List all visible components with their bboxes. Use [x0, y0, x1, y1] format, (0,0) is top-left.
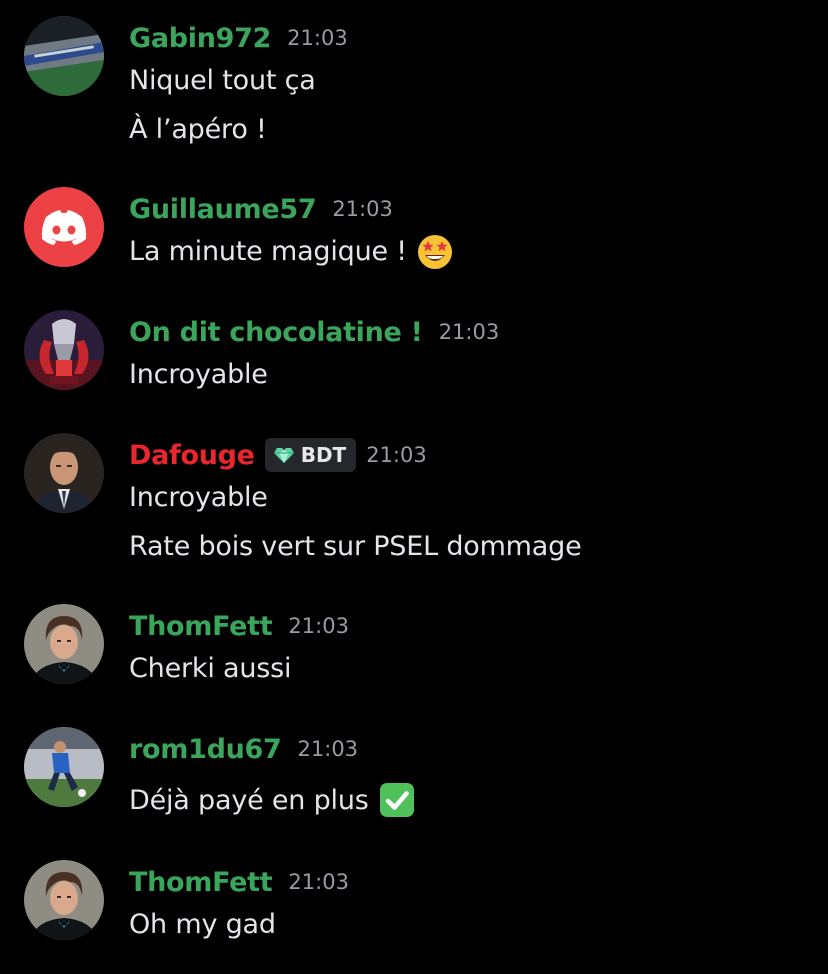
message-text: Rate bois vert sur PSEL dommage [129, 530, 582, 562]
username[interactable]: ThomFett [129, 867, 273, 898]
username[interactable]: Gabin972 [129, 23, 271, 54]
timestamp: 21:03 [287, 26, 348, 50]
badge-label: BDT [300, 443, 347, 467]
man-in-suit-avatar[interactable] [24, 433, 104, 513]
message-text: Incroyable [129, 481, 268, 513]
footballer-avatar[interactable] [24, 727, 104, 807]
message-text: Incroyable [129, 358, 268, 390]
message-text: À l’apéro ! [129, 113, 267, 145]
message-text: Déjà payé en plus [129, 780, 417, 820]
timestamp: 21:03 [438, 320, 500, 344]
username[interactable]: ThomFett [129, 611, 273, 642]
username[interactable]: Dafouge [129, 440, 255, 471]
timestamp: 21:03 [332, 197, 393, 221]
check-mark-emoji[interactable] [377, 780, 417, 820]
discord-logo-avatar[interactable] [24, 187, 104, 267]
stadium-photo-avatar[interactable] [24, 16, 104, 96]
username[interactable]: On dit chocolatine ! [129, 317, 423, 348]
timestamp: 21:03 [288, 870, 349, 894]
portrait-avatar[interactable] [24, 604, 104, 684]
message-text-content: La minute magique ! [129, 235, 407, 267]
trophy-avatar[interactable] [24, 310, 104, 390]
role-badge[interactable]: BDT [264, 438, 357, 472]
username[interactable]: Guillaume57 [129, 194, 317, 225]
timestamp: 21:03 [288, 614, 349, 638]
username[interactable]: rom1du67 [129, 734, 282, 765]
message-text: Niquel tout ça [129, 64, 316, 96]
message-text: Cherki aussi [129, 652, 292, 684]
message-text: La minute magique ! [129, 231, 455, 271]
message-text: Oh my gad [129, 908, 276, 940]
timestamp: 21:03 [366, 443, 427, 467]
message-text-content: Déjà payé en plus [129, 784, 369, 816]
star-struck-emoji[interactable] [415, 231, 455, 271]
heart-gem-icon [273, 448, 294, 463]
timestamp: 21:03 [297, 737, 359, 761]
portrait-avatar[interactable] [24, 860, 104, 940]
